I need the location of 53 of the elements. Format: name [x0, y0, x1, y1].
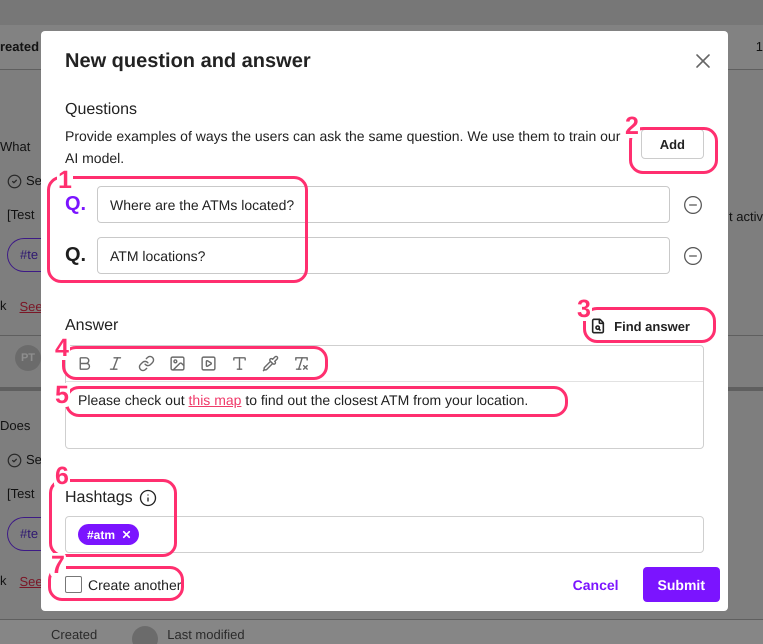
question-prefix: Q.: [65, 244, 88, 267]
column-header: reated: [0, 39, 40, 55]
info-icon[interactable]: [138, 489, 157, 507]
footer-label: Last modified: [167, 627, 245, 643]
footer-label: Created: [51, 627, 98, 643]
description: Provide examples of ways the users can ask the same question. We use them to train our AI model.: [65, 127, 622, 168]
link-icon[interactable]: [138, 355, 155, 372]
hashtag-chip: #atm: [78, 524, 140, 545]
section-heading: Hashtags: [65, 489, 133, 507]
clear-format-icon[interactable]: [293, 355, 310, 372]
italic-icon[interactable]: [107, 355, 124, 372]
callout-number: 6: [54, 464, 70, 488]
card-text: k: [0, 298, 6, 314]
remove-button[interactable]: [683, 194, 703, 214]
status-text: Se: [26, 452, 42, 468]
card-text: [Test: [7, 207, 34, 223]
question-prefix: Q.: [65, 193, 88, 216]
check-icon: [7, 174, 22, 188]
cancel-button[interactable]: Cancel: [558, 567, 633, 602]
card-text: t activ: [729, 209, 763, 225]
card-title: What: [0, 139, 30, 155]
answer-text: Please check out this map to find out the closest ATM from your location.: [78, 392, 528, 408]
checkbox-label: Create another: [88, 576, 182, 592]
avatar: [132, 626, 158, 644]
column-header: 1: [756, 39, 763, 55]
status-text: Se: [26, 173, 42, 189]
add-button[interactable]: Add: [640, 129, 704, 159]
check-icon: [7, 452, 22, 468]
find-answer-button[interactable]: Find answer: [590, 318, 690, 334]
text-size-icon[interactable]: [231, 355, 248, 372]
question-field[interactable]: Where are the ATMs located?: [97, 186, 670, 223]
section-heading: Answer: [65, 317, 118, 335]
hashtag-field[interactable]: #atm: [65, 516, 704, 553]
callout-number: 2: [624, 114, 640, 138]
remove-button[interactable]: [683, 246, 703, 266]
card-text: [Test: [7, 486, 34, 502]
eyedropper-icon[interactable]: [262, 355, 279, 372]
callout-number: 5: [54, 383, 70, 407]
callout-number: 4: [54, 336, 70, 360]
submit-button[interactable]: Submit: [642, 567, 720, 602]
video-icon[interactable]: [200, 355, 217, 372]
section-heading: Questions: [65, 101, 138, 119]
callout-number: 7: [50, 553, 66, 577]
card-title: Does: [0, 418, 30, 434]
search-document-icon: [590, 318, 606, 334]
question-field[interactable]: ATM locations?: [97, 237, 670, 274]
dialog-title: New question and answer: [65, 50, 311, 72]
image-icon[interactable]: [169, 355, 186, 372]
map-link[interactable]: this map: [188, 392, 242, 408]
card-text: k: [0, 573, 6, 589]
checkbox[interactable]: [65, 576, 82, 593]
callout-number: 3: [576, 297, 592, 321]
remove-tag-icon[interactable]: [121, 529, 132, 540]
